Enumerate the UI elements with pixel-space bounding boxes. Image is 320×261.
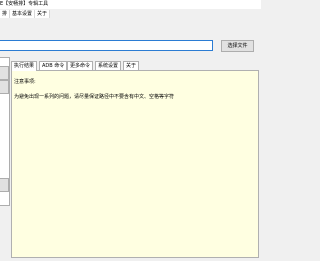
left-panel-button-3[interactable] [0, 178, 9, 192]
output-line-notice-title: 注意事项: [14, 79, 36, 85]
left-panel-button-2[interactable] [0, 80, 9, 94]
results-output-area[interactable]: 注意事项: 为避免出现一系列的问题，请尽量保证路径中不要含有中文、空格等字符 [11, 70, 259, 258]
output-line-notice-body: 为避免出现一系列的问题，请尽量保证路径中不要含有中文、空格等字符 [14, 94, 175, 100]
file-path-input[interactable] [0, 40, 213, 51]
menu-bar: 排 基本设置 关于 [0, 10, 261, 18]
app-window: E【安畅排】专辑工具 排 基本设置 关于 选择文件 执行结果 ADB 命令 更多… [0, 0, 261, 261]
tab-system-settings[interactable]: 系统设置 [95, 61, 122, 70]
menu-item-about[interactable]: 关于 [35, 10, 51, 18]
menu-item-0[interactable]: 排 [0, 10, 11, 18]
tab-adb-commands[interactable]: ADB 命令 [39, 61, 68, 70]
tab-more-commands[interactable]: 更多命令 [67, 61, 94, 70]
tab-about[interactable]: 关于 [123, 61, 140, 70]
menu-item-basic-settings[interactable]: 基本设置 [10, 10, 36, 18]
window-title: E【安畅排】专辑工具 [0, 1, 49, 7]
left-panel-button-1[interactable] [0, 66, 9, 80]
browse-file-button[interactable]: 选择文件 [221, 40, 254, 52]
title-bar: E【安畅排】专辑工具 [0, 0, 261, 9]
tab-results[interactable]: 执行结果 [11, 61, 38, 71]
